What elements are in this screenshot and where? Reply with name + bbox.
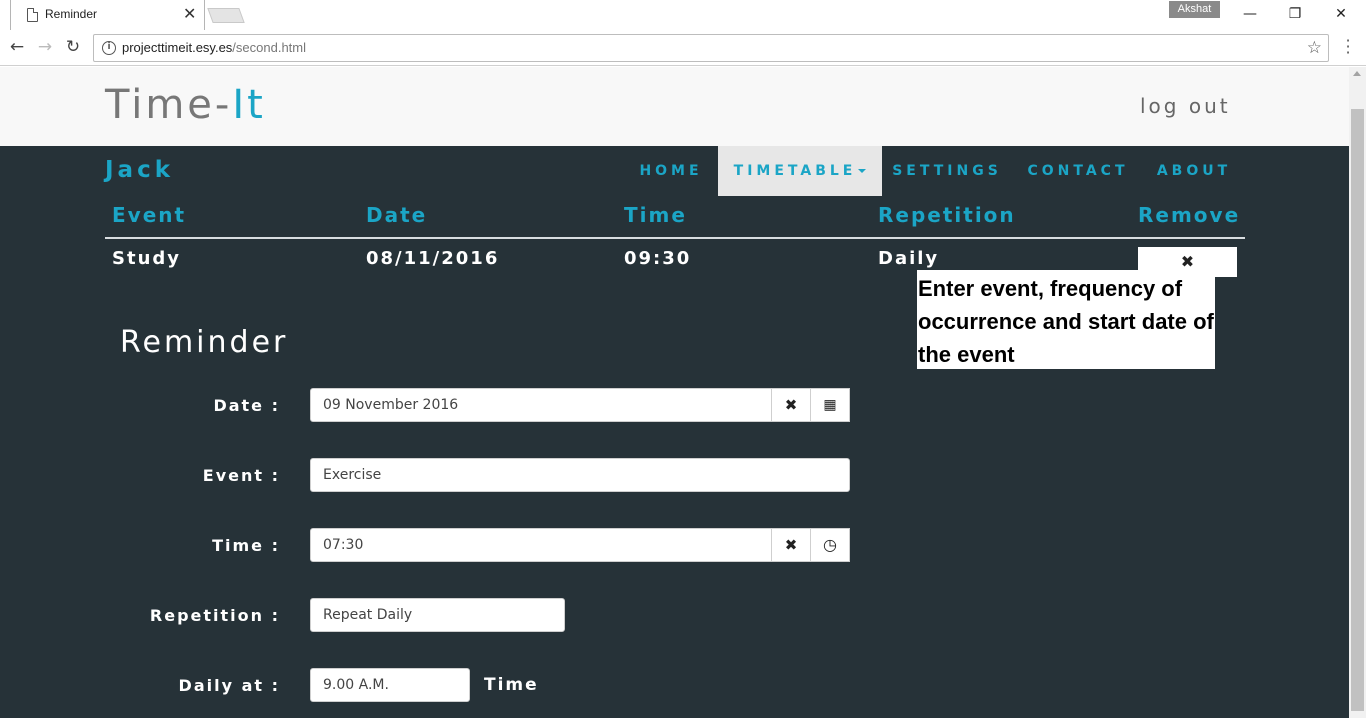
restore-icon[interactable]: ❐ (1285, 4, 1305, 24)
remove-x-icon: ✖ (1180, 252, 1195, 271)
close-tab-icon[interactable]: ✕ (183, 4, 196, 23)
cell-repetition: Daily (878, 248, 940, 269)
date-label: Date : (213, 396, 280, 415)
clear-date-icon[interactable]: ✖ (771, 388, 811, 422)
browser-tab-strip: Reminder ✕ Akshat — ❐ ✕ (0, 0, 1366, 30)
cell-date: 08/11/2016 (366, 248, 500, 269)
column-header-event: Event (112, 203, 187, 227)
tab-title: Reminder (45, 7, 98, 21)
minimize-icon[interactable]: — (1240, 4, 1260, 24)
date-field[interactable]: 09 November 2016 ✖ ▦ (310, 388, 850, 422)
daily-at-field[interactable]: 9.00 A.M. (310, 668, 470, 702)
cell-event: Study (112, 248, 182, 269)
page-viewport: Time-It log out Jack HOME TIMETABLE SETT… (0, 67, 1349, 718)
address-toolbar: ← → ↻ i projecttimeit.esy.es/second.html… (0, 30, 1366, 66)
nav-settings[interactable]: SETTINGS (882, 146, 1012, 196)
table-divider (105, 237, 1245, 239)
clear-time-icon[interactable]: ✖ (771, 528, 811, 562)
bookmark-star-icon[interactable]: ☆ (1307, 38, 1322, 58)
repetition-select[interactable]: Repeat Daily (310, 598, 565, 632)
nav-timetable[interactable]: TIMETABLE (718, 146, 882, 196)
calendar-icon[interactable]: ▦ (810, 388, 850, 422)
browser-menu-icon[interactable]: · · · (1343, 33, 1353, 61)
event-label: Event : (202, 466, 280, 485)
nav-about[interactable]: ABOUT (1144, 146, 1244, 196)
repetition-label: Repetition : (149, 606, 280, 625)
page-scrollbar[interactable] (1349, 67, 1366, 718)
event-field[interactable]: Exercise (310, 458, 850, 492)
reload-icon[interactable]: ↻ (62, 36, 84, 58)
window-close-icon[interactable]: ✕ (1331, 4, 1351, 24)
forward-arrow-icon[interactable]: → (34, 36, 56, 58)
scroll-up-icon[interactable] (1353, 71, 1361, 76)
column-header-time: Time (624, 203, 687, 227)
username: Jack (105, 157, 175, 183)
daily-at-label: Daily at : (178, 676, 280, 695)
address-bar[interactable]: i projecttimeit.esy.es/second.html ☆ (93, 34, 1329, 62)
info-icon[interactable]: i (102, 41, 116, 55)
new-tab-button[interactable] (207, 8, 245, 23)
clock-icon[interactable]: ◷ (810, 528, 850, 562)
reminder-title: Reminder (120, 325, 289, 360)
site-header: Time-It log out (0, 67, 1349, 146)
time-field[interactable]: 07:30 ✖ ◷ (310, 528, 850, 562)
nav-contact[interactable]: CONTACT (1014, 146, 1142, 196)
daily-at-suffix: Time (484, 675, 539, 695)
back-arrow-icon[interactable]: ← (6, 36, 28, 58)
url-text[interactable]: projecttimeit.esy.es/second.html (122, 40, 306, 55)
document-icon (27, 8, 38, 22)
dropdown-caret-icon (858, 169, 867, 173)
column-header-repetition: Repetition (878, 203, 1016, 227)
cell-time: 09:30 (624, 248, 692, 269)
logout-link[interactable]: log out (1140, 94, 1231, 118)
instruction-callout: Enter event, frequency of occurrence and… (917, 270, 1215, 369)
time-label: Time : (212, 536, 280, 555)
site-logo[interactable]: Time-It (105, 82, 266, 128)
main-content: Jack HOME TIMETABLE SETTINGS CONTACT ABO… (0, 146, 1349, 718)
profile-badge[interactable]: Akshat (1169, 1, 1220, 18)
nav-home[interactable]: HOME (625, 146, 717, 196)
column-header-remove: Remove (1138, 203, 1241, 227)
column-header-date: Date (366, 203, 428, 227)
browser-tab[interactable]: Reminder ✕ (10, 0, 205, 30)
scrollbar-thumb[interactable] (1351, 109, 1364, 711)
